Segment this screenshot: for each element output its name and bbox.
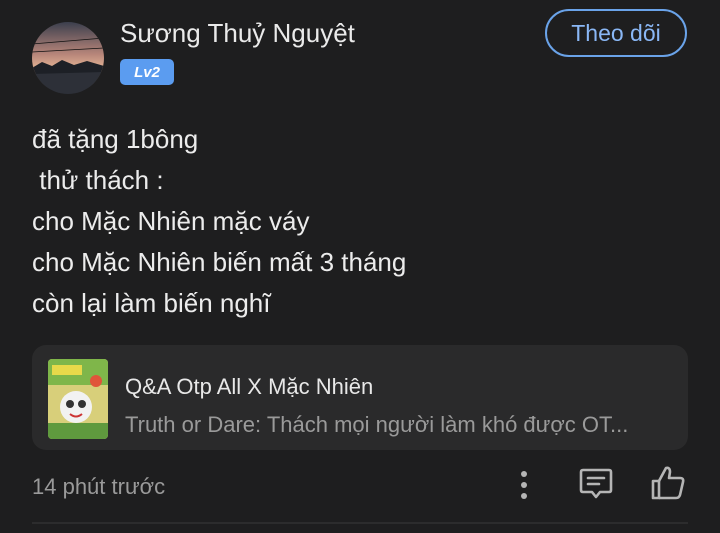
- timestamp: 14 phút trước: [32, 474, 166, 499]
- divider: [32, 522, 688, 524]
- story-description: Truth or Dare: Thách mọi người làm khó đ…: [125, 412, 629, 437]
- story-card[interactable]: Q&A Otp All X Mặc Nhiên Truth or Dare: T…: [32, 345, 688, 450]
- avatar[interactable]: [32, 22, 104, 94]
- content-line: còn lại làm biến nghĩ: [32, 288, 271, 318]
- content-line: thử thách :: [32, 165, 164, 195]
- thumbs-up-icon[interactable]: [650, 464, 686, 502]
- more-vertical-icon[interactable]: [512, 468, 536, 502]
- content-line: đã tặng 1bông: [32, 124, 199, 154]
- avatar-image: [32, 22, 104, 94]
- story-cover-image: [48, 359, 108, 439]
- story-title: Q&A Otp All X Mặc Nhiên: [125, 374, 374, 399]
- comment-icon[interactable]: [578, 466, 614, 502]
- follow-button[interactable]: Theo dõi: [545, 9, 687, 57]
- content-line: cho Mặc Nhiên mặc váy: [32, 206, 310, 236]
- user-name-text: Sương Thuỷ Nguyệt: [120, 18, 355, 48]
- level-badge: Lv2: [120, 59, 174, 85]
- comment-content: đã tặng 1bông thử thách : cho Mặc Nhiên …: [32, 119, 406, 324]
- username[interactable]: Sương Thuỷ Nguyệt: [120, 18, 355, 49]
- content-line: cho Mặc Nhiên biến mất 3 tháng: [32, 247, 407, 277]
